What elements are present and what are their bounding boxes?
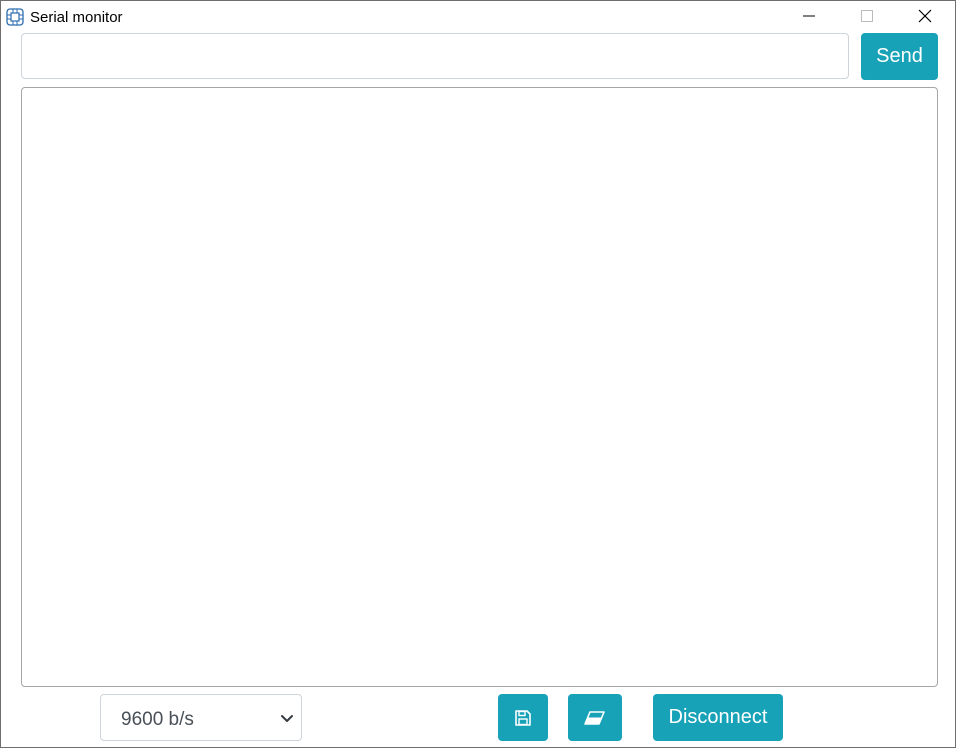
message-input[interactable] bbox=[21, 33, 849, 79]
window-title: Serial monitor bbox=[30, 9, 123, 26]
clear-button[interactable] bbox=[568, 694, 622, 741]
eraser-icon bbox=[584, 710, 605, 725]
maximize-button[interactable] bbox=[844, 1, 890, 31]
close-icon bbox=[918, 9, 932, 23]
save-icon bbox=[515, 709, 531, 726]
chevron-down-icon bbox=[281, 715, 293, 722]
minimize-icon bbox=[803, 15, 815, 17]
close-button[interactable] bbox=[902, 1, 948, 31]
baud-rate-select[interactable]: 9600 b/s bbox=[100, 694, 302, 741]
disconnect-button[interactable]: Disconnect bbox=[653, 694, 783, 741]
circuit-board-icon bbox=[6, 8, 24, 26]
serial-monitor-window: Serial monitor Send 9600 b/s Disconnect bbox=[0, 0, 956, 748]
save-button[interactable] bbox=[498, 694, 548, 741]
maximize-icon bbox=[861, 10, 873, 22]
minimize-button[interactable] bbox=[786, 1, 832, 31]
baud-rate-value: 9600 b/s bbox=[121, 709, 194, 730]
title-bar[interactable]: Serial monitor bbox=[1, 1, 955, 31]
send-button[interactable]: Send bbox=[861, 33, 938, 80]
serial-output-area[interactable] bbox=[21, 87, 938, 687]
